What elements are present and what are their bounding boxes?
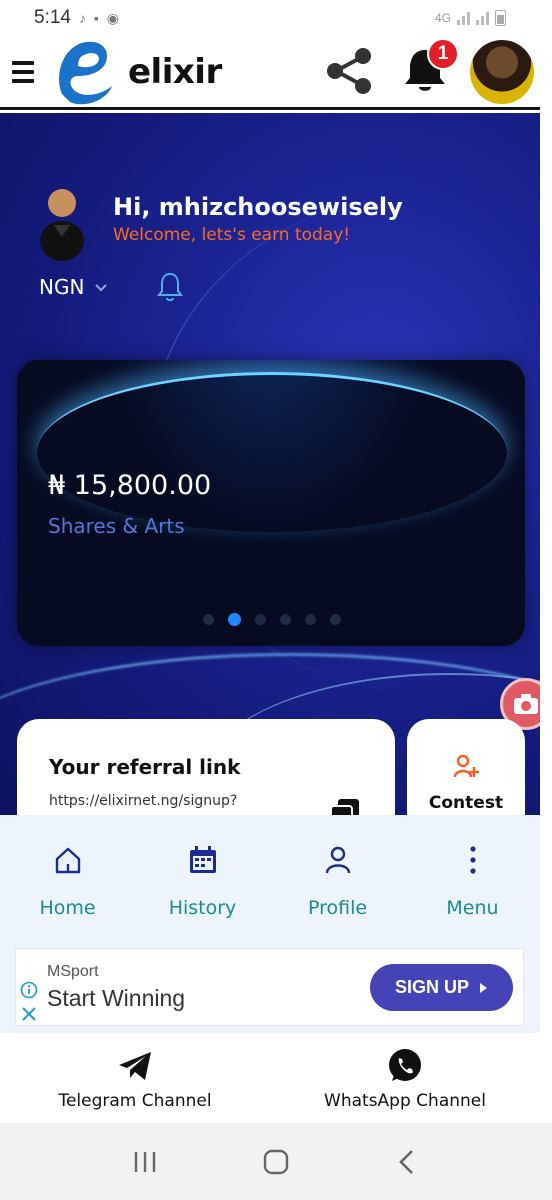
bottom-nav: Home History Profile Menu (0, 815, 540, 945)
app-header: elixir 1 (0, 36, 540, 110)
referral-link[interactable]: https://elixirnet.ng/signup? (49, 793, 237, 809)
home-button[interactable] (256, 1142, 296, 1182)
ad-container: MSport Start Winning SIGN UP (0, 945, 540, 1033)
ad-signup-button[interactable]: SIGN UP (370, 964, 513, 1011)
scrollbar-track (540, 36, 552, 1123)
whatsapp-icon (389, 1049, 421, 1081)
signal-icon (457, 11, 470, 25)
play-arrow-icon (480, 982, 487, 993)
telegram-label: Telegram Channel (58, 1091, 212, 1111)
more-vertical-icon (469, 846, 476, 874)
nav-profile-label: Profile (307, 897, 368, 919)
elixir-logo-icon (59, 41, 112, 104)
currency-selector[interactable]: NGN (39, 275, 108, 299)
balance-card[interactable]: ₦ 15,800.00 Shares & Arts (17, 360, 525, 646)
close-icon[interactable] (20, 1005, 38, 1023)
plan-name: Shares & Arts (48, 514, 185, 538)
network-label: 4G (434, 11, 451, 25)
carousel-dot[interactable] (305, 614, 316, 625)
ad-cta-label: SIGN UP (394, 977, 469, 997)
nav-menu[interactable]: Menu (405, 815, 540, 945)
nav-profile[interactable]: Profile (270, 815, 405, 945)
carousel-dot[interactable] (330, 614, 341, 625)
status-right: 4G (435, 10, 506, 26)
person-icon (325, 846, 350, 874)
info-icon[interactable] (20, 981, 38, 999)
whatsapp-label: WhatsApp Channel (324, 1091, 486, 1111)
greeting-text: Hi, mhizchoosewisely (113, 193, 403, 221)
nav-home[interactable]: Home (0, 815, 135, 945)
signal-icon-2 (476, 11, 489, 25)
back-button[interactable] (387, 1142, 427, 1182)
nav-menu-label: Menu (446, 897, 499, 919)
telegram-icon (119, 1052, 151, 1080)
brand-logo[interactable]: elixir (52, 36, 222, 108)
carousel-dot-active[interactable] (228, 613, 241, 626)
share-icon[interactable] (322, 44, 376, 98)
notification-icons: ♪ ▪ ◉ (78, 9, 121, 26)
referral-card[interactable]: Your referral link https://elixirnet.ng/… (17, 719, 395, 815)
profile-avatar[interactable] (470, 40, 534, 104)
bell-outline-icon[interactable] (156, 271, 184, 303)
copy-icon[interactable] (329, 797, 361, 815)
user-avatar-icon (40, 189, 84, 261)
welcome-text: Welcome, lets's earn today! (113, 225, 351, 245)
carousel-dot[interactable] (280, 614, 291, 625)
ad-brand: MSport (47, 963, 99, 980)
nav-home-label: Home (39, 897, 96, 919)
ad-headline: Start Winning (47, 985, 186, 1011)
back-icon (398, 1149, 413, 1174)
status-time: 5:14 (34, 7, 71, 28)
chevron-down-icon (95, 284, 108, 292)
contest-label: Contest (428, 793, 504, 813)
status-bar: 5:14 ♪ ▪ ◉ 4G (0, 0, 552, 36)
recent-apps-icon (135, 1151, 156, 1172)
carousel-dots[interactable] (203, 613, 341, 626)
contest-card[interactable]: Contest (407, 719, 525, 815)
nav-history-label: History (168, 897, 237, 919)
notification-badge: 1 (427, 38, 459, 70)
balance-amount: ₦ 15,800.00 (48, 470, 212, 501)
home-circle-icon (263, 1149, 289, 1174)
hero-section: Hi, mhizchoosewisely Welcome, lets's ear… (0, 113, 540, 815)
nav-history[interactable]: History (135, 815, 270, 945)
channel-links: Telegram Channel WhatsApp Channel (0, 1033, 540, 1123)
carousel-dot[interactable] (203, 614, 214, 625)
referral-title: Your referral link (49, 755, 241, 779)
add-person-icon (453, 754, 479, 778)
telegram-channel-link[interactable]: Telegram Channel (0, 1033, 270, 1123)
system-navigation-bar (0, 1123, 552, 1200)
home-icon (55, 847, 80, 874)
recent-apps-button[interactable] (125, 1142, 165, 1182)
camera-icon (514, 694, 538, 714)
ad-banner[interactable]: MSport Start Winning SIGN UP (15, 948, 524, 1026)
hamburger-menu-icon[interactable] (12, 60, 34, 83)
currency-label: NGN (39, 275, 85, 299)
brand-name: elixir (128, 51, 222, 92)
calendar-icon (189, 846, 216, 873)
battery-icon (495, 10, 506, 26)
whatsapp-channel-link[interactable]: WhatsApp Channel (270, 1033, 540, 1123)
carousel-dot[interactable] (255, 614, 266, 625)
